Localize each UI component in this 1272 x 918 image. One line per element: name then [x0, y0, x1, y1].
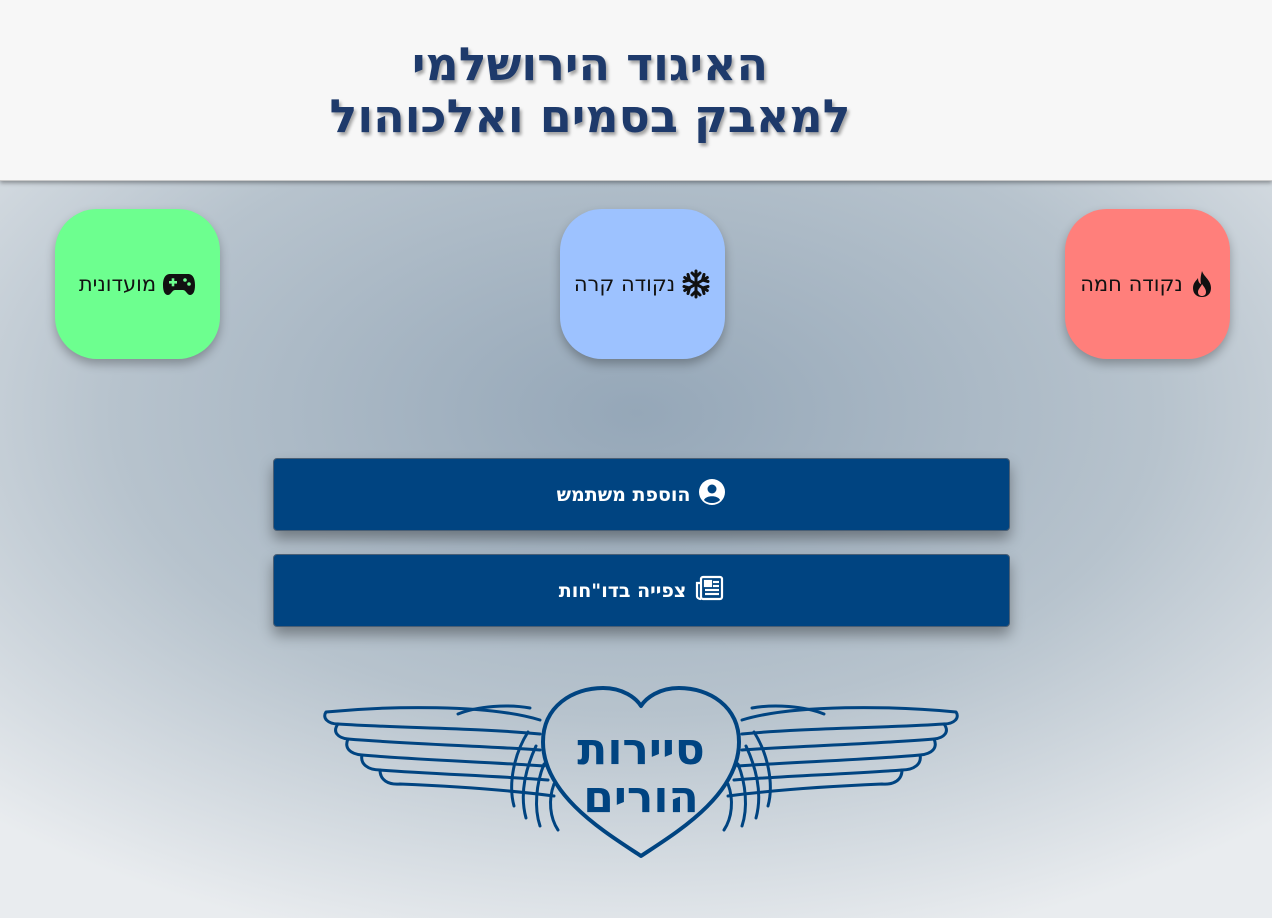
view-reports-button[interactable]: צפייה בדו"חות	[273, 554, 1010, 627]
add-user-button[interactable]: הוספת משתמש	[273, 458, 1010, 531]
logo-text-line1: סיירות	[577, 724, 705, 775]
parent-patrol-logo: סיירות הורים	[318, 684, 964, 860]
gamepad-icon	[162, 271, 196, 297]
snowflake-icon	[681, 269, 711, 299]
page-title-line1: האיגוד הירושלמי	[411, 37, 769, 91]
hot-spot-tile[interactable]: נקודה חמה	[1065, 209, 1230, 359]
hot-spot-label: נקודה חמה	[1080, 272, 1183, 296]
newspaper-icon	[694, 575, 724, 606]
view-reports-label: צפייה בדו"חות	[558, 579, 687, 602]
page-title-line2: למאבק בסמים ואלכוהול	[329, 89, 851, 143]
youth-club-tile[interactable]: מועדונית	[55, 209, 220, 359]
logo-text-line2: הורים	[583, 772, 699, 823]
youth-club-label: מועדונית	[78, 272, 157, 296]
fire-icon	[1189, 270, 1215, 298]
cold-spot-tile[interactable]: נקודה קרה	[560, 209, 725, 359]
add-user-label: הוספת משתמש	[556, 483, 691, 506]
user-circle-icon	[698, 478, 726, 511]
page-title: האיגוד הירושלמי למאבק בסמים ואלכוהול	[0, 38, 1180, 142]
app-header: האיגוד הירושלמי למאבק בסמים ואלכוהול	[0, 0, 1272, 181]
cold-spot-label: נקודה קרה	[573, 272, 676, 296]
